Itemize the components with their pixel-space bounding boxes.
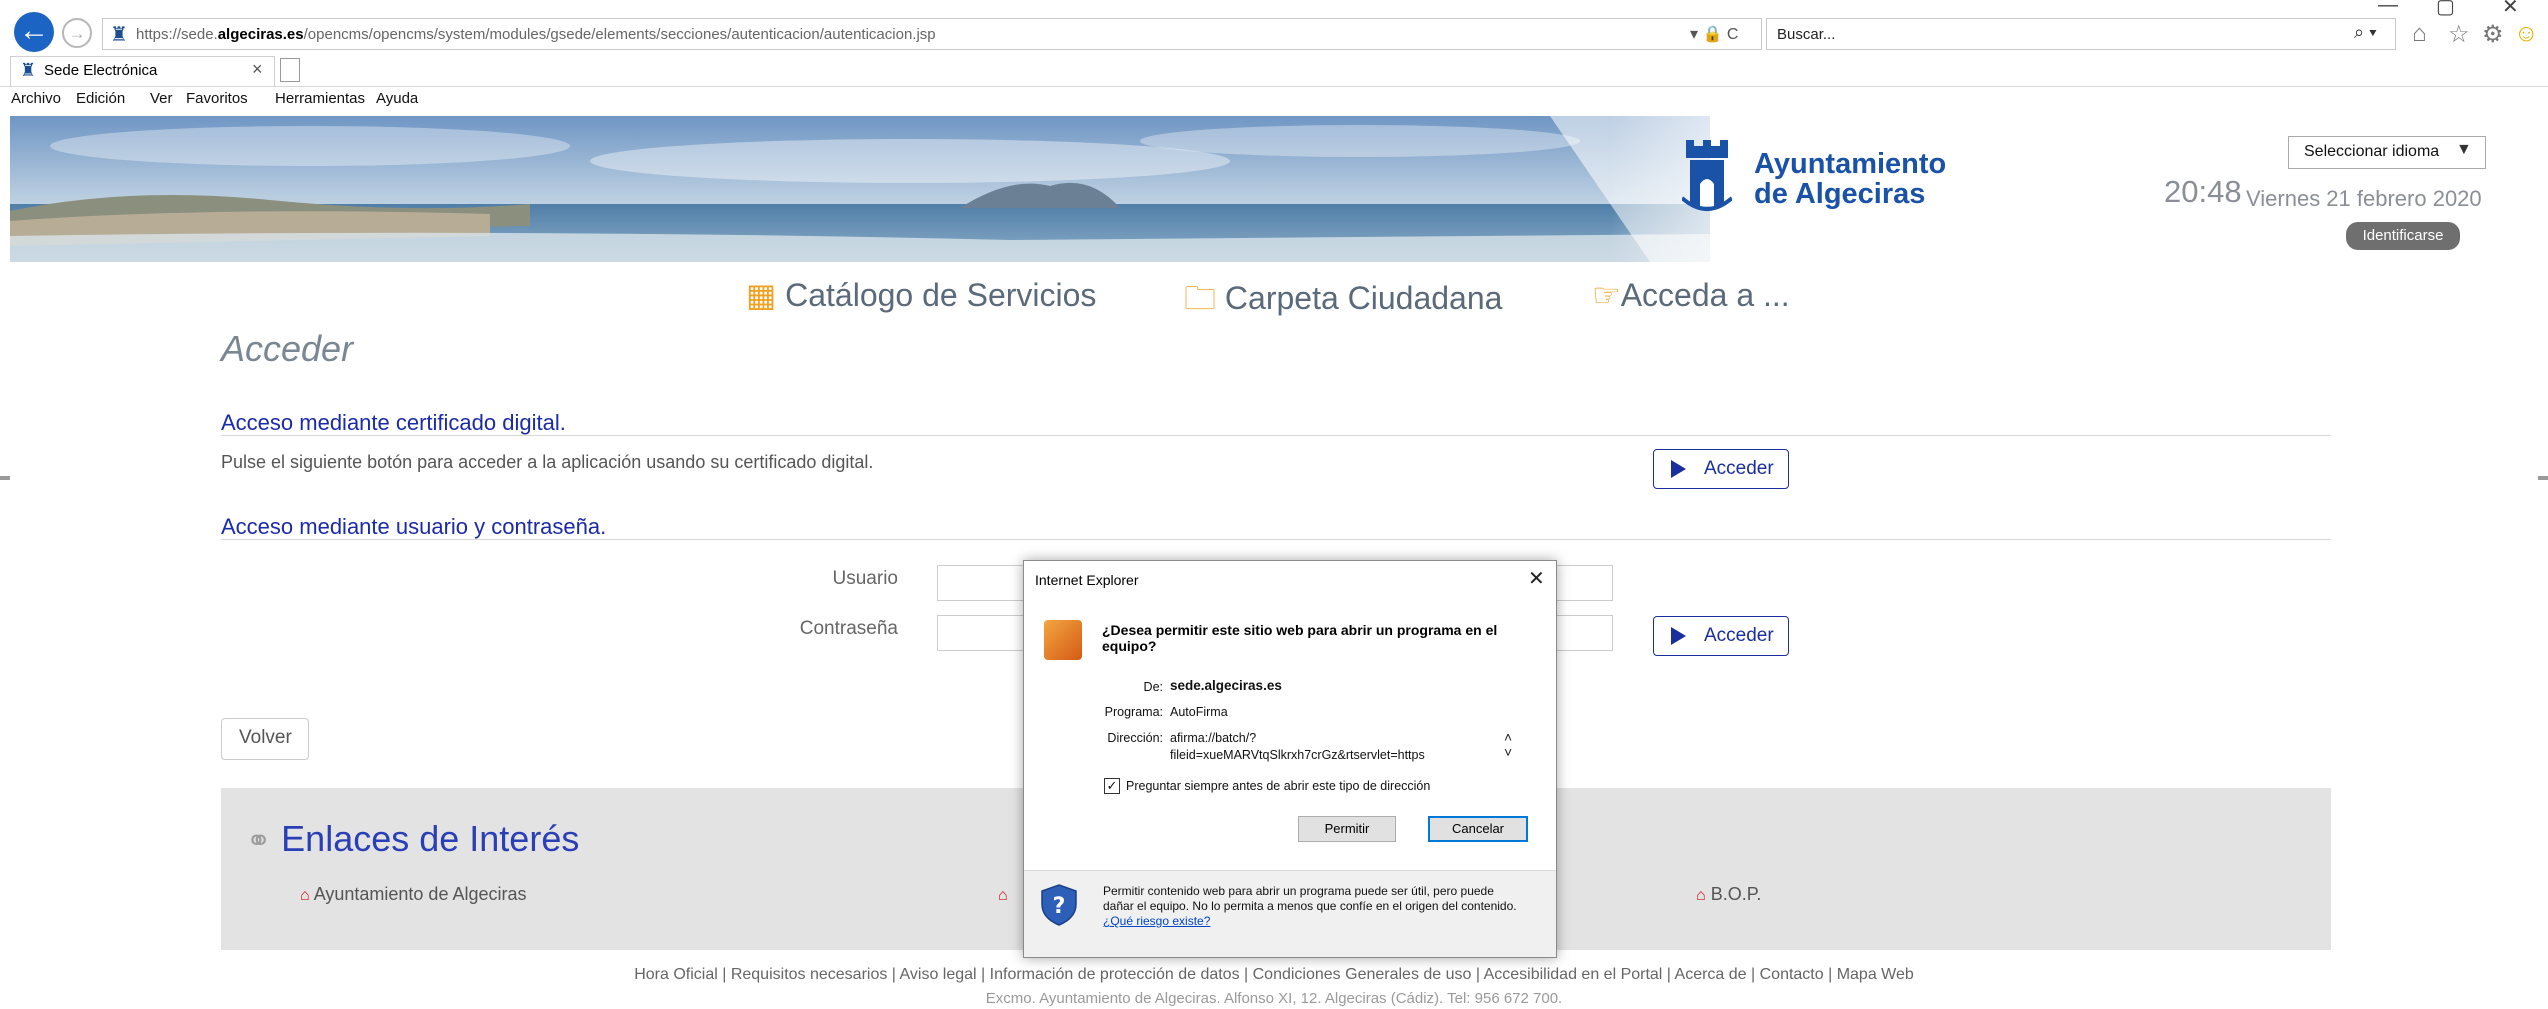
language-select-label: Seleccionar idioma [2304, 143, 2440, 160]
scroll-edge-marker [0, 476, 10, 480]
home-icon[interactable]: ⌂ [2412, 20, 2427, 48]
home-icon: ⌂ [998, 887, 1008, 904]
address-url[interactable]: https://sede.algeciras.es/opencms/opencm… [136, 26, 936, 43]
maximize-button[interactable]: ▢ [2436, 0, 2455, 19]
nav-label: Acceda a ... [1620, 277, 1790, 313]
section-divider [221, 539, 2331, 540]
page-title: Acceder [221, 328, 354, 369]
link-bop[interactable]: ⌂ B.O.P. [1696, 884, 1761, 905]
new-tab-button[interactable] [280, 58, 300, 82]
shield-question-icon: ? [1040, 884, 1078, 926]
nav-catalogo-servicios[interactable]: ▦ Catálogo de Servicios [746, 276, 1096, 314]
links-title: ⚭ Enlaces de Interés [246, 818, 580, 859]
menu-ayuda[interactable]: Ayuda [376, 90, 418, 107]
clock-time: 20:48 [2164, 174, 2242, 209]
search-icon[interactable]: ⌕ ▾ [2354, 22, 2377, 43]
address-line-1: afirma://batch/? [1170, 731, 1257, 745]
feedback-smiley-icon[interactable]: ☺ [2514, 20, 2539, 48]
scroll-edge-marker [2538, 476, 2548, 480]
cert-help-text: Pulse el siguiente botón para acceder a … [221, 452, 874, 472]
site-favicon-icon: ♜ [110, 24, 128, 46]
menu-ver[interactable]: Ver [150, 90, 173, 107]
back-page-label: Volver [239, 727, 292, 748]
tab-close-icon[interactable]: × [252, 59, 263, 80]
minimize-button[interactable]: — [2378, 0, 2398, 17]
link-hidden-item[interactable]: ⌂ [998, 884, 1008, 905]
nav-carpeta-ciudadana[interactable]: 🗀 Carpeta Ciudadana [1184, 276, 1502, 330]
close-icon[interactable]: ✕ [1528, 566, 1545, 591]
allow-button[interactable]: Permitir [1298, 816, 1396, 842]
user-label: Usuario [832, 568, 898, 589]
program-label: Programa: [1104, 705, 1163, 719]
password-label: Contraseña [799, 618, 898, 639]
cert-section-title: Acceso mediante certificado digital. [221, 410, 566, 435]
address-scroll-arrows-icon[interactable]: ˄ ˅ [1504, 730, 1512, 760]
svg-text:?: ? [1053, 894, 1066, 919]
menu-archivo[interactable]: Archivo [11, 90, 61, 107]
address-label: Dirección: [1107, 731, 1163, 745]
from-label: De: [1143, 680, 1163, 694]
menu-herramientas[interactable]: Herramientas [275, 90, 365, 107]
address-line-2: fileid=xueMARVtqSlkrxh7crGz&rtservlet=ht… [1170, 748, 1425, 762]
footer-address: Excmo. Ayuntamiento de Algeciras. Alfons… [985, 990, 1563, 1007]
home-icon: ⌂ [1696, 887, 1706, 904]
hand-pointer-icon: ☞ [1592, 277, 1621, 313]
address-tools-icons[interactable]: ▾ 🔒 C [1690, 24, 1738, 44]
settings-gear-icon[interactable]: ⚙ [2482, 20, 2504, 49]
logo-text-algeciras: de Algeciras [1754, 178, 1926, 210]
grid-icon: ▦ [746, 277, 777, 313]
ask-always-checkbox[interactable]: ✓ [1104, 778, 1120, 794]
dialog-warning-text: Permitir contenido web para abrir un pro… [1103, 884, 1517, 928]
ask-always-label: Preguntar siempre antes de abrir este ti… [1126, 779, 1431, 793]
user-section-title: Acceso mediante usuario y contraseña. [221, 514, 607, 539]
play-icon [1671, 460, 1686, 478]
autofirma-app-icon [1044, 620, 1082, 660]
menu-favoritos[interactable]: Favoritos [186, 90, 248, 107]
link-ayuntamiento[interactable]: ⌂ Ayuntamiento de Algeciras [300, 884, 527, 905]
dialog-title: Internet Explorer [1035, 572, 1139, 588]
tab-favicon-icon: ♜ [20, 60, 37, 80]
dialog-question: ¿Desea permitir este sitio web para abri… [1102, 622, 1498, 654]
forward-button[interactable]: → [62, 18, 92, 48]
current-date: Viernes 21 febrero 2020 [2246, 186, 2482, 211]
from-value: sede.algeciras.es [1170, 678, 1282, 693]
favorites-star-icon[interactable]: ☆ [2448, 20, 2470, 49]
cert-access-label: Acceder [1704, 458, 1774, 479]
cancel-button[interactable]: Cancelar [1428, 816, 1528, 842]
section-divider [221, 435, 2331, 436]
nav-acceda-a[interactable]: ☞Acceda a ... [1592, 276, 1790, 314]
chevron-down-icon[interactable]: ▼ [2456, 141, 2472, 159]
search-input[interactable] [1766, 18, 2396, 50]
municipal-logo-tower-icon [1680, 138, 1734, 216]
identify-button[interactable]: Identificarse [2346, 222, 2460, 250]
risk-info-link[interactable]: ¿Qué riesgo existe? [1103, 914, 1210, 928]
play-icon [1671, 627, 1686, 645]
close-window-button[interactable]: ✕ [2502, 0, 2519, 19]
tab-label: Sede Electrónica [44, 62, 158, 79]
tabstrip-divider [0, 86, 2548, 87]
login-access-label: Acceder [1704, 625, 1774, 646]
home-icon: ⌂ [300, 887, 310, 904]
logo-text-ayuntamiento: Ayuntamiento [1754, 148, 1947, 180]
program-value: AutoFirma [1170, 705, 1228, 719]
nav-label: Catálogo de Servicios [785, 277, 1097, 313]
nav-label: Carpeta Ciudadana [1224, 280, 1503, 316]
footer-links[interactable]: Hora Oficial | Requisitos necesarios | A… [0, 966, 2548, 984]
folder-icon: 🗀 [1184, 280, 1217, 316]
search-placeholder: Buscar... [1777, 26, 1836, 43]
back-button[interactable]: ← [14, 12, 54, 52]
menu-edicion[interactable]: Edición [76, 90, 125, 107]
link-chain-icon: ⚭ [246, 825, 272, 858]
